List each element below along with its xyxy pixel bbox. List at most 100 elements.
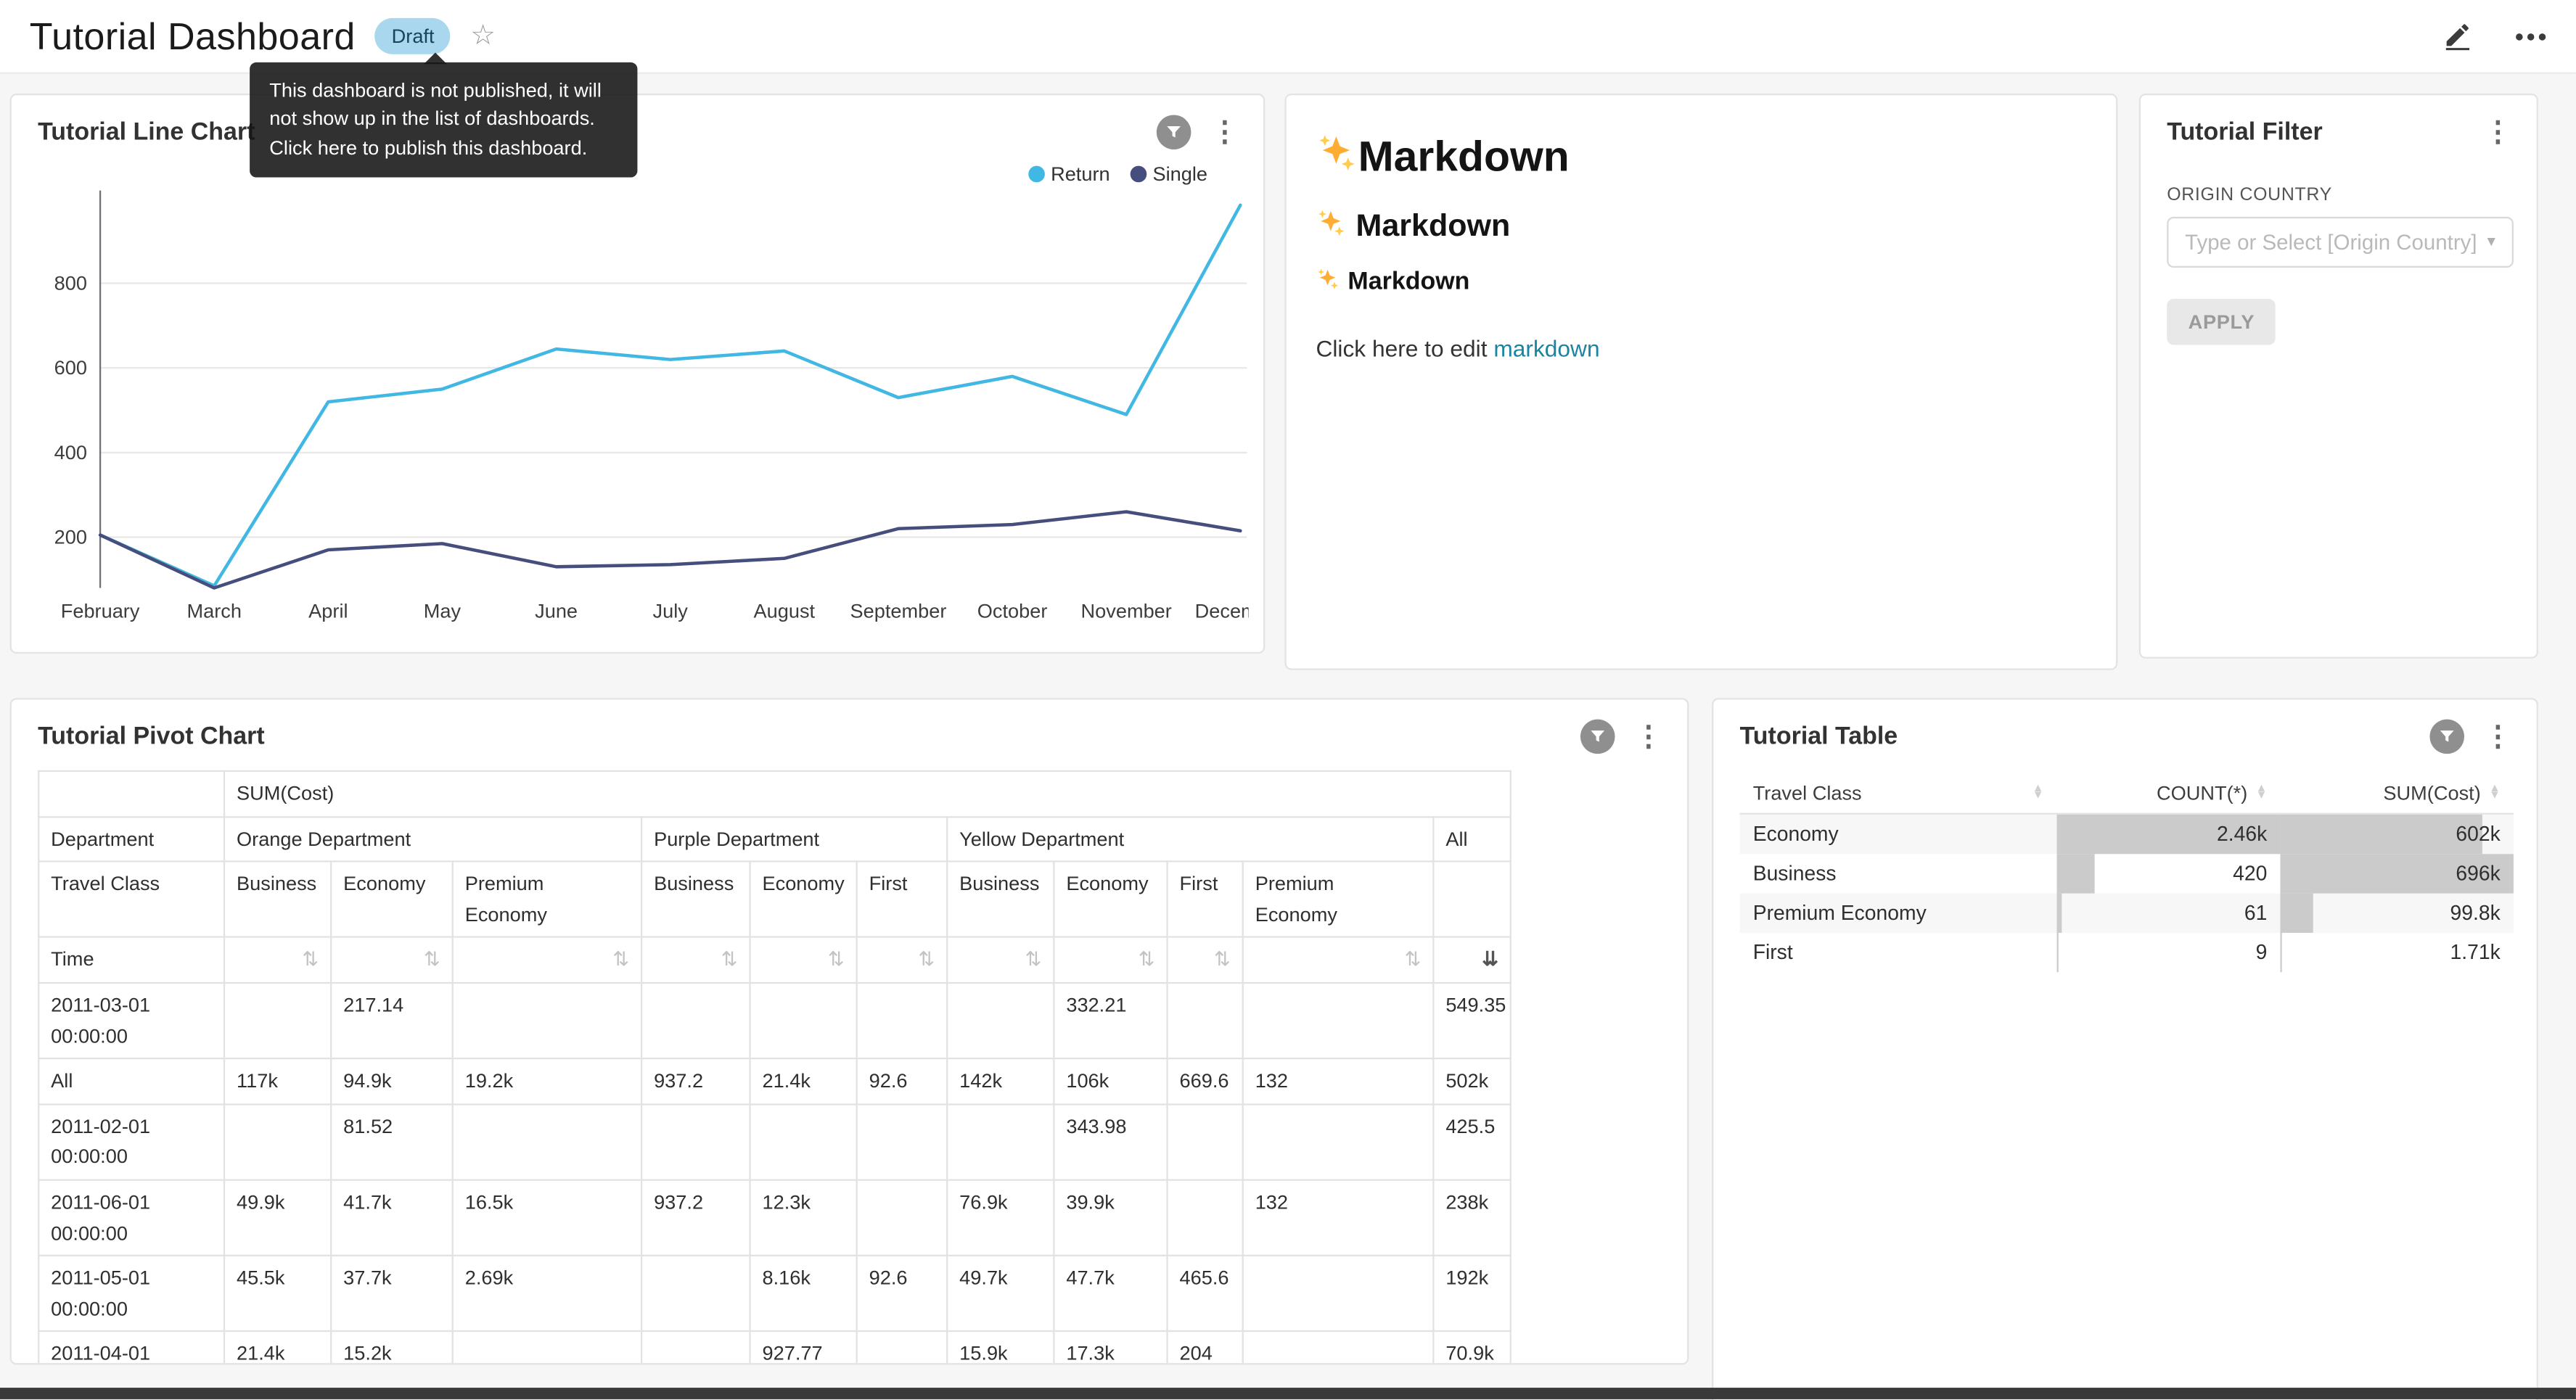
pivot-cell: 21.4k xyxy=(750,1059,857,1104)
markdown-edit-link[interactable]: markdown xyxy=(1493,334,1599,361)
draft-badge[interactable]: Draft xyxy=(375,18,451,54)
pivot-cell: 37.7k xyxy=(331,1256,453,1332)
pivot-group-header: Orange Department xyxy=(224,816,641,861)
pivot-time-label: Time xyxy=(38,937,224,982)
publish-tooltip[interactable]: This dashboard is not published, it will… xyxy=(250,62,637,178)
cell-sum-cost: 696k xyxy=(2280,853,2513,892)
pivot-class-header: Business xyxy=(641,862,750,938)
sort-icon[interactable]: ⇅ xyxy=(721,945,738,976)
pivot-card-title: Tutorial Pivot Chart xyxy=(38,722,1580,752)
favorite-star-icon[interactable]: ☆ xyxy=(470,20,496,52)
pivot-cell: 192k xyxy=(1433,1256,1511,1332)
pivot-cell xyxy=(453,1332,641,1365)
legend-item-single[interactable]: Single xyxy=(1130,162,1207,186)
sort-icon[interactable]: ⇊ xyxy=(1482,945,1498,976)
sort-icon[interactable]: ⇅ xyxy=(1025,945,1042,976)
pivot-row-label: 2011-02-01 00:00:00 xyxy=(38,1104,224,1180)
cell-count: 420 xyxy=(2057,853,2281,892)
table-row[interactable]: Business420696k xyxy=(1740,853,2514,892)
filter-card-title: Tutorial Filter xyxy=(2167,118,2479,148)
origin-country-select[interactable]: Type or Select [Origin Country] ▾ xyxy=(2167,217,2514,268)
kebab-menu-icon[interactable]: ⋮ xyxy=(2479,720,2516,754)
sort-icon[interactable]: ⇅ xyxy=(828,945,845,976)
origin-country-label: ORIGIN COUNTRY xyxy=(2167,186,2510,205)
pivot-cell: 15.9k xyxy=(947,1332,1054,1365)
table-row[interactable]: Economy2.46k602k xyxy=(1740,814,2514,853)
sort-icon[interactable]: ⇅ xyxy=(918,945,935,976)
apply-button[interactable]: APPLY xyxy=(2167,299,2276,345)
pivot-group-header: Purple Department xyxy=(641,816,947,861)
kebab-menu-icon[interactable]: ⋮ xyxy=(1630,720,1668,754)
pivot-cell: 70.9k xyxy=(1433,1332,1511,1365)
sort-icon[interactable]: ▲▼ xyxy=(2489,786,2501,801)
pivot-row: 2011-06-01 00:00:0049.9k41.7k16.5k937.21… xyxy=(38,1180,1511,1256)
pivot-dept-label: Department xyxy=(38,816,224,861)
pivot-cell: 669.6 xyxy=(1168,1059,1243,1104)
pivot-class-row: Travel ClassBusinessEconomyPremium Econo… xyxy=(38,862,1511,938)
table-row[interactable]: First91.71k xyxy=(1740,932,2514,971)
sort-icon[interactable]: ⇅ xyxy=(424,945,440,976)
pivot-cell: 94.9k xyxy=(331,1059,453,1104)
table-row[interactable]: Premium Economy6199.8k xyxy=(1740,892,2514,931)
kebab-menu-icon[interactable]: ⋮ xyxy=(1206,115,1244,149)
col-header-travel-class[interactable]: Travel Class▲▼ xyxy=(1740,773,2057,813)
pivot-card-header: Tutorial Pivot Chart ⋮ xyxy=(12,699,1687,754)
pivot-row: 2011-03-01 00:00:00217.14332.21549.35 xyxy=(38,983,1511,1059)
pivot-cell: 238k xyxy=(1433,1180,1511,1256)
svg-text:October: October xyxy=(977,599,1048,622)
legend-item-return[interactable]: Return xyxy=(1027,162,1109,186)
more-menu-icon[interactable] xyxy=(2515,32,2546,40)
sort-icon[interactable]: ▲▼ xyxy=(2033,786,2044,801)
pivot-cell: 92.6 xyxy=(857,1256,948,1332)
pivot-cell xyxy=(1243,983,1434,1059)
pivot-cell xyxy=(750,1104,857,1180)
pivot-class-header: Premium Economy xyxy=(453,862,641,938)
pivot-cell: 17.3k xyxy=(1054,1332,1167,1365)
pivot-measure-row: SUM(Cost) xyxy=(38,771,1511,816)
pivot-row: 2011-05-01 00:00:0045.5k37.7k2.69k8.16k9… xyxy=(38,1256,1511,1332)
pivot-cell: 937.2 xyxy=(641,1059,750,1104)
pivot-cell: 549.35 xyxy=(1433,983,1511,1059)
table-card-title: Tutorial Table xyxy=(1740,722,2430,752)
sort-icon[interactable]: ⇅ xyxy=(1139,945,1155,976)
col-header-sum-cost[interactable]: SUM(Cost)▲▼ xyxy=(2280,773,2513,813)
filter-indicator-icon[interactable] xyxy=(2429,720,2464,754)
pivot-cell: 927.77 xyxy=(750,1332,857,1365)
pivot-cell: 937.2 xyxy=(641,1180,750,1256)
filter-indicator-icon[interactable] xyxy=(1580,720,1615,754)
pivot-row-label: 2011-03-01 00:00:00 xyxy=(38,983,224,1059)
col-header-count[interactable]: COUNT(*)▲▼ xyxy=(2057,773,2281,813)
pivot-cell xyxy=(1243,1332,1434,1365)
pivot-class-header: Premium Economy xyxy=(1243,862,1434,938)
cell-travel-class: Premium Economy xyxy=(1740,892,2057,931)
pivot-table: SUM(Cost)DepartmentOrange DepartmentPurp… xyxy=(38,770,1511,1365)
chart-legend: Return Single xyxy=(1027,162,1207,186)
pivot-class-header: First xyxy=(1168,862,1243,938)
pivot-cell: 81.52 xyxy=(331,1104,453,1180)
pivot-class-header: Business xyxy=(947,862,1054,938)
markdown-edit-text: Click here to edit xyxy=(1316,334,1493,361)
pivot-cell xyxy=(857,1332,948,1365)
pivot-row-label: 2011-06-01 00:00:00 xyxy=(38,1180,224,1256)
sort-icon[interactable]: ⇅ xyxy=(1214,945,1231,976)
pivot-cell: 16.5k xyxy=(453,1180,641,1256)
sort-icon[interactable]: ▲▼ xyxy=(2256,786,2268,801)
pivot-row-label: All xyxy=(38,1059,224,1104)
pivot-cell xyxy=(1168,983,1243,1059)
svg-text:May: May xyxy=(424,599,462,622)
markdown-card: Markdown Markdown Markdown Click here to… xyxy=(1284,94,2117,670)
kebab-menu-icon[interactable]: ⋮ xyxy=(2479,115,2516,149)
sort-icon[interactable]: ⇅ xyxy=(302,945,319,976)
pivot-cell xyxy=(857,983,948,1059)
pivot-cell: 47.7k xyxy=(1054,1256,1167,1332)
pivot-cell: 332.21 xyxy=(1054,983,1167,1059)
filter-indicator-icon[interactable] xyxy=(1157,115,1191,149)
pivot-cell xyxy=(641,1332,750,1365)
pivot-cell: 15.2k xyxy=(331,1332,453,1365)
page-title: Tutorial Dashboard xyxy=(30,14,356,58)
edit-pencil-icon[interactable] xyxy=(2443,21,2473,51)
sort-icon[interactable]: ⇅ xyxy=(1405,945,1422,976)
pivot-class-header: Economy xyxy=(331,862,453,938)
pivot-group-header: Yellow Department xyxy=(947,816,1433,861)
sort-icon[interactable]: ⇅ xyxy=(612,945,629,976)
